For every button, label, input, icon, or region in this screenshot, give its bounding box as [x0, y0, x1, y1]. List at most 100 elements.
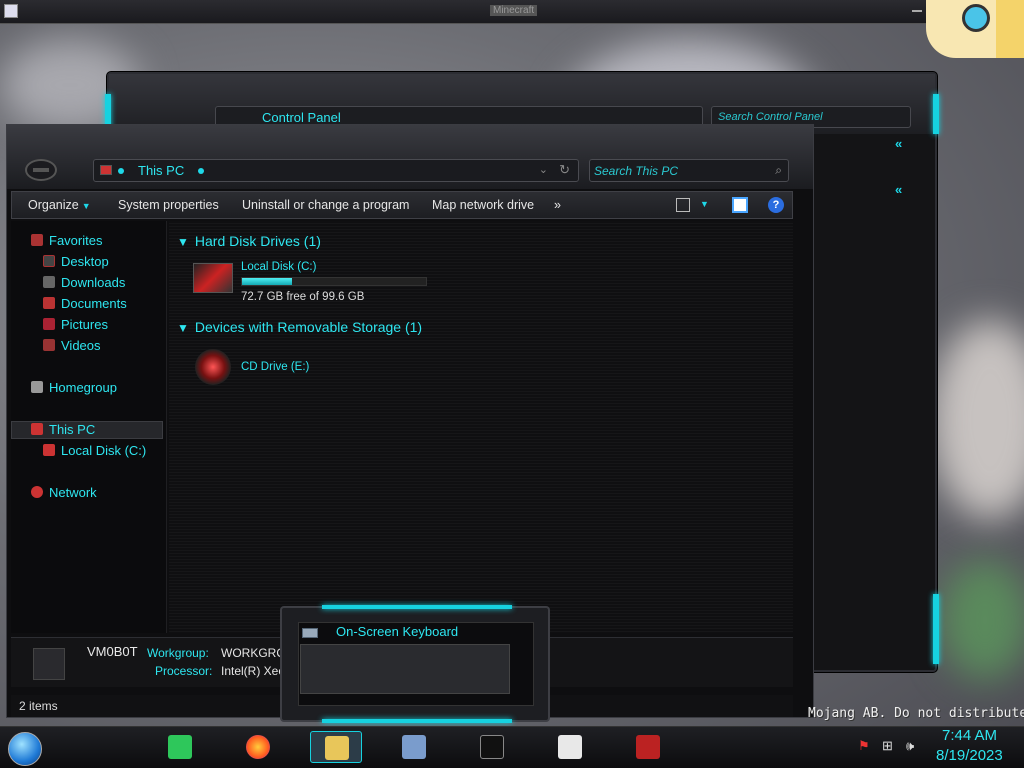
chevron-down-icon[interactable]: ▼: [177, 321, 189, 335]
drive-c-name[interactable]: Local Disk (C:): [241, 261, 316, 273]
folder-icon: [325, 736, 349, 760]
drive-c-usage-fill: [242, 278, 292, 285]
more-commands-button[interactable]: »: [554, 198, 561, 212]
uninstall-program-button[interactable]: Uninstall or change a program: [242, 198, 409, 212]
workgroup-label: Workgroup:: [147, 646, 209, 660]
hard-disk-icon: [193, 263, 233, 293]
group-header-removable[interactable]: ▼ Devices with Removable Storage (1): [177, 319, 422, 335]
nav-videos[interactable]: Videos: [43, 338, 101, 353]
keyboard-keys-area[interactable]: [300, 644, 510, 694]
search-box[interactable]: ⌕: [589, 159, 789, 182]
network-tray-icon[interactable]: ⊞: [882, 738, 893, 754]
taskbar: ⚑ ⊞ 🕪 7:44 AM 8/19/2023: [0, 726, 1024, 768]
hard-disk-icon: [43, 444, 55, 456]
computer-icon: [33, 648, 65, 680]
character-avatar-image: [926, 0, 1024, 58]
preview-pane-icon[interactable]: [732, 197, 748, 213]
desktop-icon: [43, 255, 55, 267]
nav-network[interactable]: Network: [31, 485, 97, 500]
taskbar-app-file-explorer[interactable]: [310, 731, 362, 763]
breadcrumb-dot: [198, 168, 204, 174]
group-header-hard-disk[interactable]: ▼ Hard Disk Drives (1): [177, 233, 321, 249]
java-icon: [558, 735, 582, 759]
nav-homegroup[interactable]: Homegroup: [31, 380, 117, 395]
change-view-icon[interactable]: [676, 198, 690, 212]
keyboard-icon: [402, 735, 426, 759]
homegroup-icon: [31, 381, 43, 393]
frame-glow-right: [933, 94, 939, 134]
collapse-chevron-icon[interactable]: «: [895, 182, 902, 197]
clock-date[interactable]: 8/19/2023: [936, 747, 1003, 764]
taskbar-app-java[interactable]: [544, 731, 596, 763]
firefox-icon: [246, 735, 270, 759]
address-bar[interactable]: This PC ⌄ ↻: [93, 159, 579, 182]
chevron-down-icon[interactable]: ▼: [177, 235, 189, 249]
navigation-pane: Favorites Desktop Downloads Documents Pi…: [11, 221, 167, 633]
wallpaper-blob: [940, 560, 1024, 680]
view-options-dropdown-icon[interactable]: ▼: [700, 199, 709, 209]
nav-this-pc-label: This PC: [49, 422, 96, 437]
organize-button[interactable]: Organize ▼: [28, 198, 91, 212]
star-icon: [31, 234, 43, 246]
this-pc-icon: [100, 165, 112, 175]
nav-network-label: Network: [49, 485, 97, 500]
collapse-chevron-icon[interactable]: «: [895, 136, 902, 151]
item-count: 2 items: [19, 699, 58, 713]
minimize-icon[interactable]: [912, 10, 922, 12]
java-icon: [4, 4, 18, 18]
refresh-icon[interactable]: ↻: [559, 162, 570, 178]
group-removable-label: Devices with Removable Storage (1): [194, 319, 423, 335]
breadcrumb-dot: [118, 168, 124, 174]
chevron-down-icon: ▼: [81, 201, 91, 211]
nav-videos-label: Videos: [61, 338, 101, 353]
start-button[interactable]: [8, 732, 42, 766]
clock-time[interactable]: 7:44 AM: [942, 727, 997, 744]
command-bar: Organize ▼ System properties Uninstall or…: [11, 191, 793, 219]
taskbar-app-command-prompt[interactable]: [466, 731, 518, 763]
nav-favorites-label: Favorites: [49, 233, 103, 248]
address-label[interactable]: This PC: [138, 163, 184, 178]
watermark-text: Mojang AB. Do not distribute!: [808, 706, 1024, 721]
search-input[interactable]: [594, 163, 764, 179]
keyboard-icon: [302, 628, 318, 638]
nav-local-disk[interactable]: Local Disk (C:): [43, 443, 146, 458]
volume-icon[interactable]: 🕪: [906, 738, 914, 754]
videos-icon: [43, 339, 55, 351]
nav-desktop[interactable]: Desktop: [43, 254, 109, 269]
cd-drive-icon: [195, 349, 231, 385]
minecraft-window-title: Minecraft: [490, 5, 538, 16]
drive-c-usage-bar: [241, 277, 427, 286]
minecraft-title-bar[interactable]: Minecraft: [0, 0, 930, 24]
pictures-icon: [43, 318, 55, 330]
window-logo-icon: [25, 159, 57, 181]
nav-documents[interactable]: Documents: [43, 296, 127, 311]
action-center-flag-icon[interactable]: ⚑: [858, 738, 870, 754]
nav-desktop-label: Desktop: [61, 254, 109, 269]
taskbar-app-this-pc[interactable]: [622, 731, 674, 763]
search-icon[interactable]: ⌕: [775, 163, 782, 178]
computer-name: VM0B0T: [87, 644, 138, 659]
osk-title: On-Screen Keyboard: [336, 624, 459, 639]
system-properties-button[interactable]: System properties: [118, 198, 219, 212]
nav-downloads[interactable]: Downloads: [43, 275, 125, 290]
network-icon: [31, 486, 43, 498]
nav-favorites[interactable]: Favorites: [31, 233, 102, 248]
file-list-pane: ▼ Hard Disk Drives (1) Local Disk (C:) 72…: [169, 221, 793, 633]
drive-e-name[interactable]: CD Drive (E:): [241, 361, 309, 373]
nav-this-pc[interactable]: This PC: [31, 422, 95, 437]
taskbar-app-notes[interactable]: [154, 731, 206, 763]
nav-pictures[interactable]: Pictures: [43, 317, 108, 332]
taskbar-app-on-screen-keyboard[interactable]: [388, 731, 440, 763]
chevron-down-icon[interactable]: ⌄: [539, 163, 548, 176]
on-screen-keyboard-window[interactable]: On-Screen Keyboard: [280, 605, 550, 723]
nav-homegroup-label: Homegroup: [49, 380, 117, 395]
taskbar-app-firefox[interactable]: [232, 731, 284, 763]
computer-icon: [31, 423, 43, 435]
frame-glow-top: [322, 605, 512, 609]
documents-icon: [43, 297, 55, 309]
avatar-hair: [996, 0, 1024, 58]
help-icon[interactable]: ?: [768, 197, 784, 213]
map-network-drive-button[interactable]: Map network drive: [432, 198, 534, 212]
nav-downloads-label: Downloads: [61, 275, 126, 290]
wallpaper-blob: [930, 320, 1024, 520]
